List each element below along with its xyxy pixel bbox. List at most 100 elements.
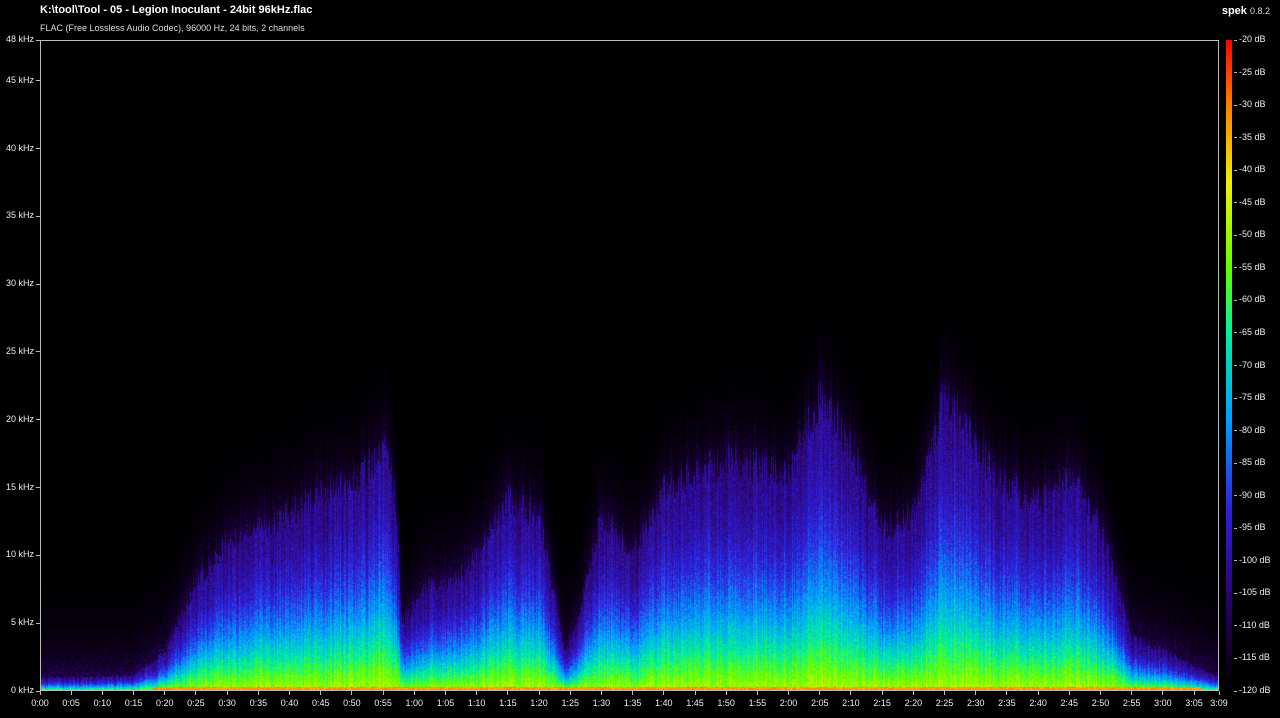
y-tick-mark <box>36 622 40 624</box>
y-tick-label: 45 kHz <box>5 74 34 85</box>
x-tick-mark <box>133 691 135 695</box>
x-tick-label: 2:25 <box>935 698 954 708</box>
x-tick-mark <box>195 691 197 695</box>
x-tick-mark <box>257 691 259 695</box>
x-tick-mark <box>1131 691 1133 695</box>
x-tick-label: 0:15 <box>124 698 143 708</box>
x-tick-label: 2:50 <box>1091 698 1110 708</box>
x-tick-label: 1:20 <box>530 698 548 708</box>
x-tick-label: 1:55 <box>748 698 767 708</box>
plot-frame <box>40 40 1219 691</box>
colorbar-tick-mark <box>1234 430 1237 432</box>
x-tick-mark <box>413 691 415 695</box>
colorbar-label: -55 dB <box>1239 261 1266 272</box>
x-tick-label: 1:45 <box>686 698 704 708</box>
y-tick-mark <box>36 351 40 353</box>
x-tick-mark <box>1218 691 1220 695</box>
colorbar-label: -95 dB <box>1239 522 1266 533</box>
x-tick-label: 0:40 <box>280 698 299 708</box>
x-tick-label: 2:05 <box>810 698 829 708</box>
x-tick-label: 1:50 <box>717 698 735 708</box>
x-tick-label: 0:35 <box>249 698 268 708</box>
x-tick-label: 0:05 <box>62 698 80 708</box>
x-tick-mark <box>1037 691 1039 695</box>
colorbar-tick-mark <box>1234 592 1237 594</box>
x-tick-label: 0:10 <box>93 698 112 708</box>
x-tick-label: 3:00 <box>1154 698 1172 708</box>
x-tick-label: 2:40 <box>1029 698 1047 708</box>
x-tick-mark <box>694 691 696 695</box>
x-tick-mark <box>164 691 166 695</box>
colorbar-label: -65 dB <box>1239 326 1266 337</box>
y-tick-mark <box>36 419 40 421</box>
x-tick-mark <box>226 691 228 695</box>
colorbar-label: -45 dB <box>1239 196 1266 207</box>
colorbar-label: -75 dB <box>1239 392 1266 403</box>
colorbar-label: -20 dB <box>1239 34 1266 44</box>
y-tick-label: 5 kHz <box>10 617 34 628</box>
colorbar-tick-mark <box>1234 690 1237 692</box>
x-tick-mark <box>975 691 977 695</box>
x-tick-label: 0:45 <box>311 698 330 708</box>
y-tick-label: 48 kHz <box>5 34 34 44</box>
colorbar-tick-mark <box>1234 560 1237 562</box>
colorbar-tick-mark <box>1234 332 1237 334</box>
colorbar-label: -90 dB <box>1239 489 1266 500</box>
x-tick-mark <box>320 691 322 695</box>
colorbar <box>1226 40 1232 691</box>
x-tick-mark <box>476 691 478 695</box>
x-tick-label: 2:20 <box>904 698 923 708</box>
colorbar-label: -30 dB <box>1239 99 1266 110</box>
y-tick-mark <box>36 554 40 556</box>
x-tick-mark <box>351 691 353 695</box>
colorbar-tick-mark <box>1234 202 1237 204</box>
colorbar-label: -50 dB <box>1239 229 1266 240</box>
colorbar-tick-mark <box>1234 299 1237 301</box>
colorbar-label: -85 dB <box>1239 457 1266 468</box>
x-tick-mark <box>70 691 72 695</box>
colorbar-tick-mark <box>1234 234 1237 236</box>
x-tick-label: 1:15 <box>499 698 517 708</box>
x-tick-mark <box>632 691 634 695</box>
x-tick-mark <box>725 691 727 695</box>
colorbar-label: -25 dB <box>1239 66 1266 77</box>
colorbar-tick-mark <box>1234 267 1237 269</box>
x-tick-label: 2:45 <box>1060 698 1079 708</box>
x-tick-label: 1:05 <box>436 698 455 708</box>
x-tick-label: 0:20 <box>155 698 174 708</box>
x-tick-label: 2:35 <box>998 698 1016 708</box>
colorbar-label: -110 dB <box>1239 619 1270 630</box>
x-tick-mark <box>538 691 540 695</box>
x-tick-mark <box>1006 691 1008 695</box>
y-tick-label: 35 kHz <box>5 210 34 221</box>
x-tick-mark <box>1162 691 1164 695</box>
x-tick-label: 0:00 <box>31 698 49 708</box>
colorbar-label: -80 dB <box>1239 424 1266 435</box>
colorbar-label: -35 dB <box>1239 131 1266 142</box>
colorbar-tick-mark <box>1234 462 1237 464</box>
x-tick-label: 2:55 <box>1122 698 1141 708</box>
colorbar-tick-mark <box>1234 657 1237 659</box>
colorbar-label: -120 dB <box>1239 685 1271 695</box>
x-tick-mark <box>1193 691 1195 695</box>
colorbar-tick-mark <box>1234 527 1237 529</box>
x-tick-label: 3:09 <box>1210 698 1228 708</box>
y-tick-mark <box>36 80 40 82</box>
x-tick-label: 1:25 <box>561 698 579 708</box>
x-tick-label: 0:50 <box>343 698 361 708</box>
colorbar-tick-mark <box>1234 397 1237 399</box>
y-tick-mark <box>36 487 40 489</box>
x-tick-label: 3:05 <box>1185 698 1203 708</box>
x-tick-mark <box>289 691 291 695</box>
x-tick-mark <box>569 691 571 695</box>
colorbar-tick-mark <box>1234 137 1237 139</box>
colorbar-tick-mark <box>1234 104 1237 106</box>
colorbar-label: -105 dB <box>1239 587 1271 598</box>
colorbar-tick-mark <box>1234 495 1237 497</box>
y-tick-mark <box>36 690 40 692</box>
x-tick-mark <box>912 691 914 695</box>
app-brand: spek 0.8.2 <box>1222 5 1270 17</box>
y-tick-label: 25 kHz <box>5 345 34 356</box>
x-tick-mark <box>756 691 758 695</box>
app-version: 0.8.2 <box>1249 6 1270 16</box>
